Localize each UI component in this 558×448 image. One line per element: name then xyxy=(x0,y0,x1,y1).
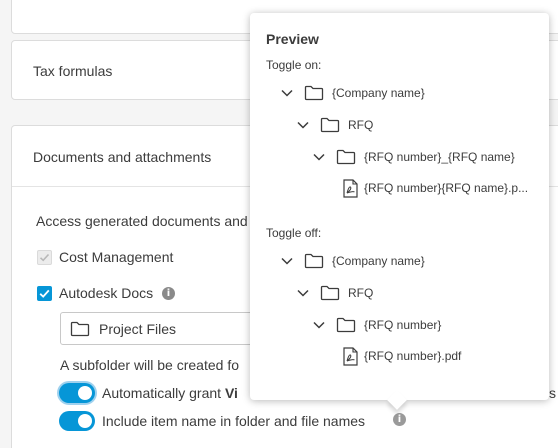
tree-item-rfq: RFQ xyxy=(296,115,373,135)
tree-item-label: {RFQ number}.pdf xyxy=(364,349,462,363)
cost-management-checkbox xyxy=(37,250,52,265)
preview-title: Preview xyxy=(266,31,319,47)
page-canvas: Tax formulas Documents and attachments A… xyxy=(0,0,558,448)
folder-icon xyxy=(70,321,90,337)
folder-icon xyxy=(304,85,324,101)
auto-grant-trailing-text: s xyxy=(549,385,556,401)
subfolder-description: A subfolder will be created fo xyxy=(60,357,239,373)
auto-grant-text: Automatically grant xyxy=(102,385,225,401)
tree-item-rfq-folder: {RFQ number}_{RFQ name} xyxy=(312,147,515,167)
auto-grant-toggle[interactable] xyxy=(59,383,95,403)
tax-formulas-title: Tax formulas xyxy=(33,63,113,79)
info-icon[interactable]: i xyxy=(162,287,175,300)
folder-icon xyxy=(320,285,340,301)
toggle-off-label: Toggle off: xyxy=(266,226,322,240)
include-name-toggle[interactable] xyxy=(59,411,95,431)
tree-item-pdf: {RFQ number}{RFQ name}.p... xyxy=(343,178,528,198)
autodesk-docs-checkbox[interactable] xyxy=(37,286,52,301)
folder-picker-value: Project Files xyxy=(99,321,177,337)
autodesk-docs-label: Autodesk Docs xyxy=(59,285,154,301)
tree-item-label: {RFQ number}_{RFQ name} xyxy=(364,150,515,164)
chevron-down-icon xyxy=(313,153,325,161)
tree-item-label: {Company name} xyxy=(332,86,425,100)
tree-item-label: {RFQ number}{RFQ name}.p... xyxy=(364,181,529,195)
folder-icon xyxy=(336,149,356,165)
folder-icon xyxy=(320,117,340,133)
tree-item-label: RFQ xyxy=(348,286,374,300)
folder-icon xyxy=(336,317,356,333)
tree-item-rfq-folder: {RFQ number} xyxy=(312,315,441,335)
folder-icon xyxy=(304,253,324,269)
auto-grant-label: Automatically grant Vi xyxy=(102,385,238,401)
chevron-down-icon xyxy=(297,121,309,129)
checkmark-icon xyxy=(39,253,50,262)
chevron-down-icon xyxy=(281,257,293,265)
cost-management-label: Cost Management xyxy=(59,249,174,265)
tree-item-company: {Company name} xyxy=(280,83,425,103)
chevron-down-icon xyxy=(313,321,325,329)
tree-item-label: {Company name} xyxy=(332,254,425,268)
tree-item-company: {Company name} xyxy=(280,251,425,271)
chevron-down-icon xyxy=(281,89,293,97)
checkmark-icon xyxy=(39,289,50,298)
access-description: Access generated documents and xyxy=(36,213,248,229)
tree-item-label: {RFQ number} xyxy=(364,318,442,332)
tree-item-pdf: {RFQ number}.pdf xyxy=(343,346,461,366)
documents-attachments-title[interactable]: Documents and attachments xyxy=(33,149,211,165)
pdf-file-icon xyxy=(343,178,358,198)
tree-item-label: RFQ xyxy=(348,118,374,132)
pdf-file-icon xyxy=(343,346,358,366)
include-name-label: Include item name in folder and file nam… xyxy=(102,413,366,429)
chevron-down-icon xyxy=(297,289,309,297)
info-icon[interactable]: i xyxy=(393,413,406,426)
preview-popover: Preview Toggle on: {Company name} RFQ {R… xyxy=(250,13,549,410)
auto-grant-bold-text: Vi xyxy=(224,385,238,401)
tree-item-rfq: RFQ xyxy=(296,283,373,303)
toggle-on-label: Toggle on: xyxy=(266,58,322,72)
